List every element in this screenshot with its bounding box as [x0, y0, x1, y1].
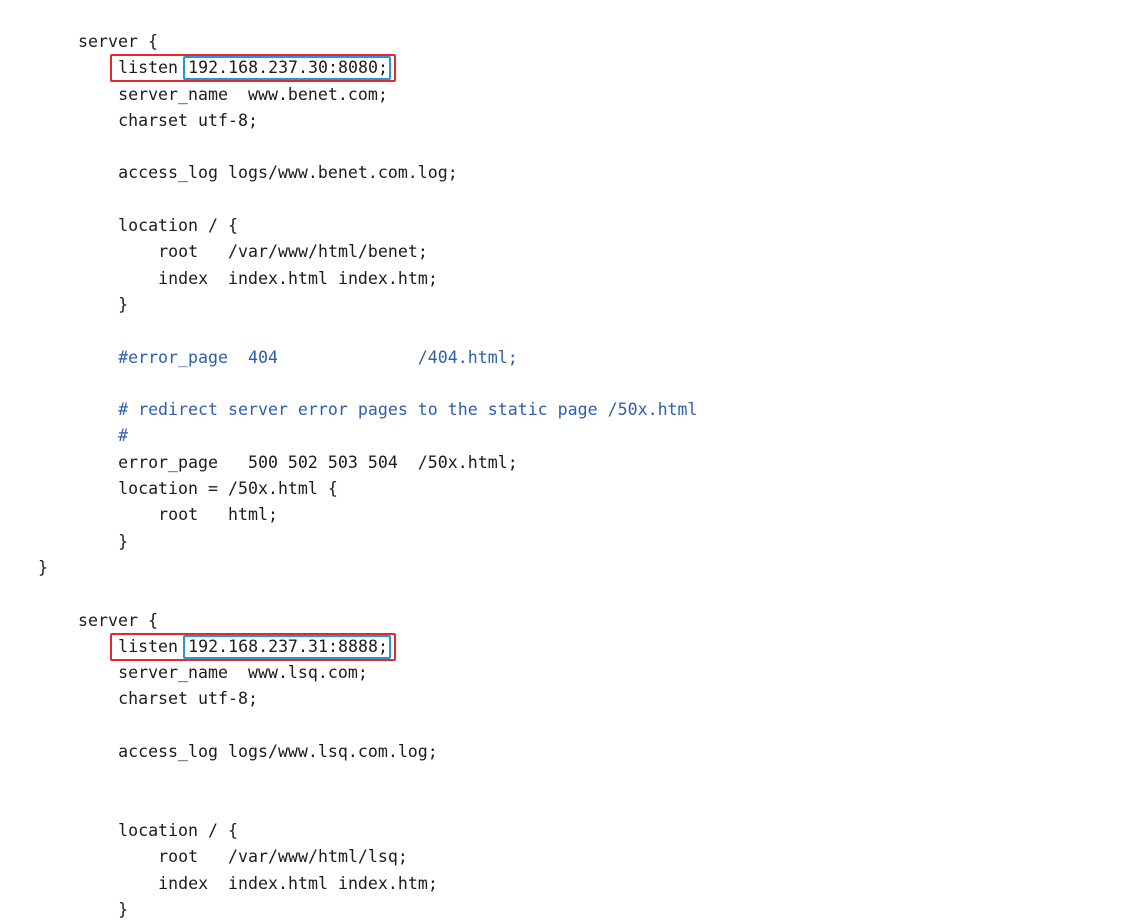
code-line: server { [0, 608, 1133, 634]
code-comment: # redirect server error pages to the sta… [118, 400, 698, 420]
code-text: server_name www.benet.com; [118, 84, 388, 104]
listen-line: listen 192.168.237.30:8080; [0, 54, 1133, 83]
code-text: root html; [158, 505, 279, 525]
code-line: charset utf-8; [0, 686, 1133, 712]
code-text: root /var/www/html/benet; [158, 242, 428, 262]
code-line: } [0, 529, 1133, 555]
address-highlight-box [183, 634, 392, 659]
address-highlight-box [183, 56, 392, 81]
code-line: root html; [0, 502, 1133, 528]
code-text: location = /50x.html { [118, 479, 338, 499]
code-line: } [0, 292, 1133, 318]
code-text: charset utf-8; [118, 110, 258, 130]
code-text: } [38, 557, 49, 577]
code-text: server_name www.lsq.com; [118, 663, 368, 683]
code-text: } [118, 899, 129, 919]
code-text: access_log logs/www.lsq.com.log; [118, 742, 438, 762]
code-text: error_page 500 502 503 504 /50x.html; [118, 452, 518, 472]
code-text: location / { [118, 820, 238, 840]
code-line: index index.html index.htm; [0, 871, 1133, 897]
code-text: } [118, 531, 129, 551]
code-text: charset utf-8; [118, 689, 258, 709]
code-text: index index.html index.htm; [158, 873, 438, 893]
code-line: root /var/www/html/benet; [0, 239, 1133, 265]
code-text: server { [78, 32, 158, 51]
code-line: charset utf-8; [0, 108, 1133, 134]
code-line: #error_page 404 /404.html; [0, 345, 1133, 371]
code-block: server {listen 192.168.237.30:8080; server… [0, 29, 1133, 923]
code-line: location / { [0, 818, 1133, 844]
code-line: root /var/www/html/lsq; [0, 844, 1133, 870]
code-line: access_log logs/www.lsq.com.log; [0, 739, 1133, 765]
code-line: server_name www.lsq.com; [0, 660, 1133, 686]
code-line: } [0, 897, 1133, 923]
code-comment: #error_page 404 /404.html; [118, 347, 518, 367]
code-text: location / { [118, 216, 238, 236]
code-line: access_log logs/www.benet.com.log; [0, 160, 1133, 186]
code-line: # redirect server error pages to the sta… [0, 397, 1133, 423]
code-line: error_page 500 502 503 504 /50x.html; [0, 450, 1133, 476]
code-line: location / { [0, 213, 1133, 239]
code-text: } [118, 294, 129, 314]
code-line: location = /50x.html { [0, 476, 1133, 502]
code-text: access_log logs/www.benet.com.log; [118, 163, 458, 183]
code-text: index index.html index.htm; [158, 268, 438, 288]
code-line: index index.html index.htm; [0, 266, 1133, 292]
code-text: root /var/www/html/lsq; [158, 847, 408, 867]
listen-line: listen 192.168.237.31:8888; [0, 632, 1133, 661]
code-line: server { [0, 29, 1133, 55]
code-line: # [0, 423, 1133, 449]
code-text: server { [78, 610, 158, 630]
code-line: server_name www.benet.com; [0, 82, 1133, 108]
code-comment: # [118, 426, 129, 446]
code-line: } [0, 555, 1133, 581]
